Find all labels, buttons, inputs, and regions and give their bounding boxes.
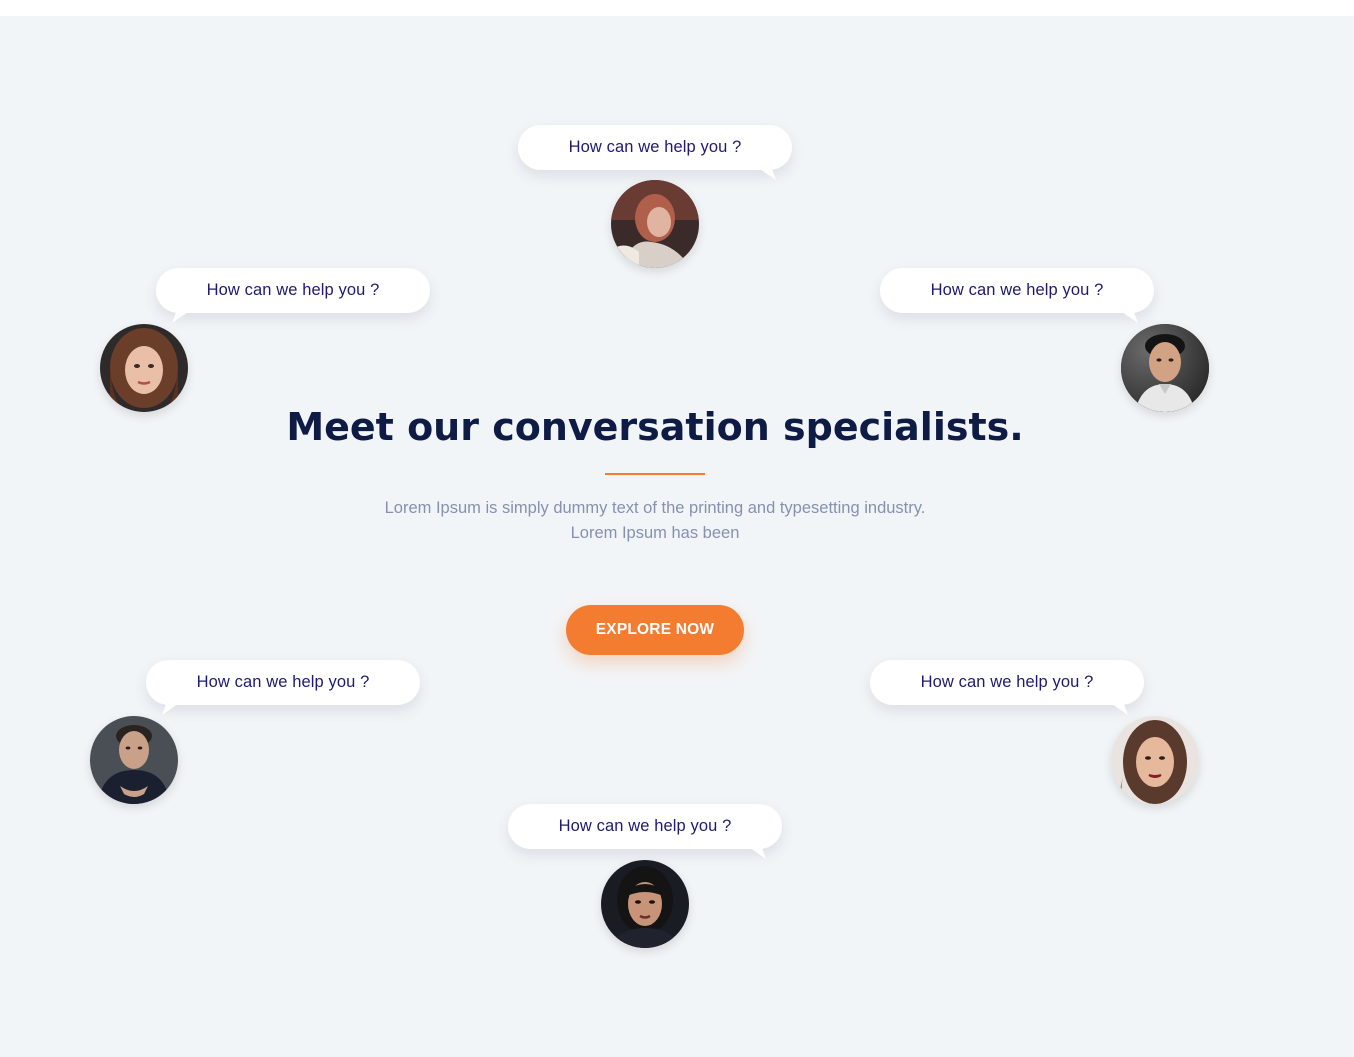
avatar-photo bbox=[611, 180, 699, 268]
speech-bubble: How can we help you ? bbox=[508, 804, 782, 859]
specialist-avatar[interactable] bbox=[90, 716, 178, 804]
specialist-avatar[interactable] bbox=[601, 860, 689, 948]
explore-now-button[interactable]: EXPLORE NOW bbox=[566, 605, 744, 655]
avatar-photo bbox=[1121, 324, 1209, 412]
top-header-strip bbox=[0, 0, 1354, 16]
avatar-photo bbox=[1111, 716, 1199, 804]
avatar-photo bbox=[100, 324, 188, 412]
section-heading: Meet our conversation specialists. bbox=[286, 405, 1024, 449]
bubble-text: How can we help you ? bbox=[920, 673, 1094, 691]
avatar-photo bbox=[601, 860, 689, 948]
speech-bubble: How can we help you ? bbox=[518, 125, 792, 180]
specialist-avatar[interactable] bbox=[1111, 716, 1199, 804]
specialist-avatar[interactable] bbox=[611, 180, 699, 268]
speech-bubble: How can we help you ? bbox=[880, 268, 1154, 323]
speech-bubble: How can we help you ? bbox=[156, 268, 430, 323]
avatar-photo bbox=[90, 716, 178, 804]
specialist-avatar[interactable] bbox=[100, 324, 188, 412]
specialist-avatar[interactable] bbox=[1121, 324, 1209, 412]
speech-bubble: How can we help you ? bbox=[146, 660, 420, 715]
heading-divider bbox=[605, 473, 705, 475]
bubble-text: How can we help you ? bbox=[568, 138, 742, 156]
bubble-text: How can we help you ? bbox=[196, 673, 370, 691]
speech-bubble: How can we help you ? bbox=[870, 660, 1144, 715]
bubble-text: How can we help you ? bbox=[558, 817, 732, 835]
section-description: Lorem Ipsum is simply dummy text of the … bbox=[384, 499, 926, 542]
bubble-text: How can we help you ? bbox=[206, 281, 380, 299]
bubble-text: How can we help you ? bbox=[930, 281, 1104, 299]
